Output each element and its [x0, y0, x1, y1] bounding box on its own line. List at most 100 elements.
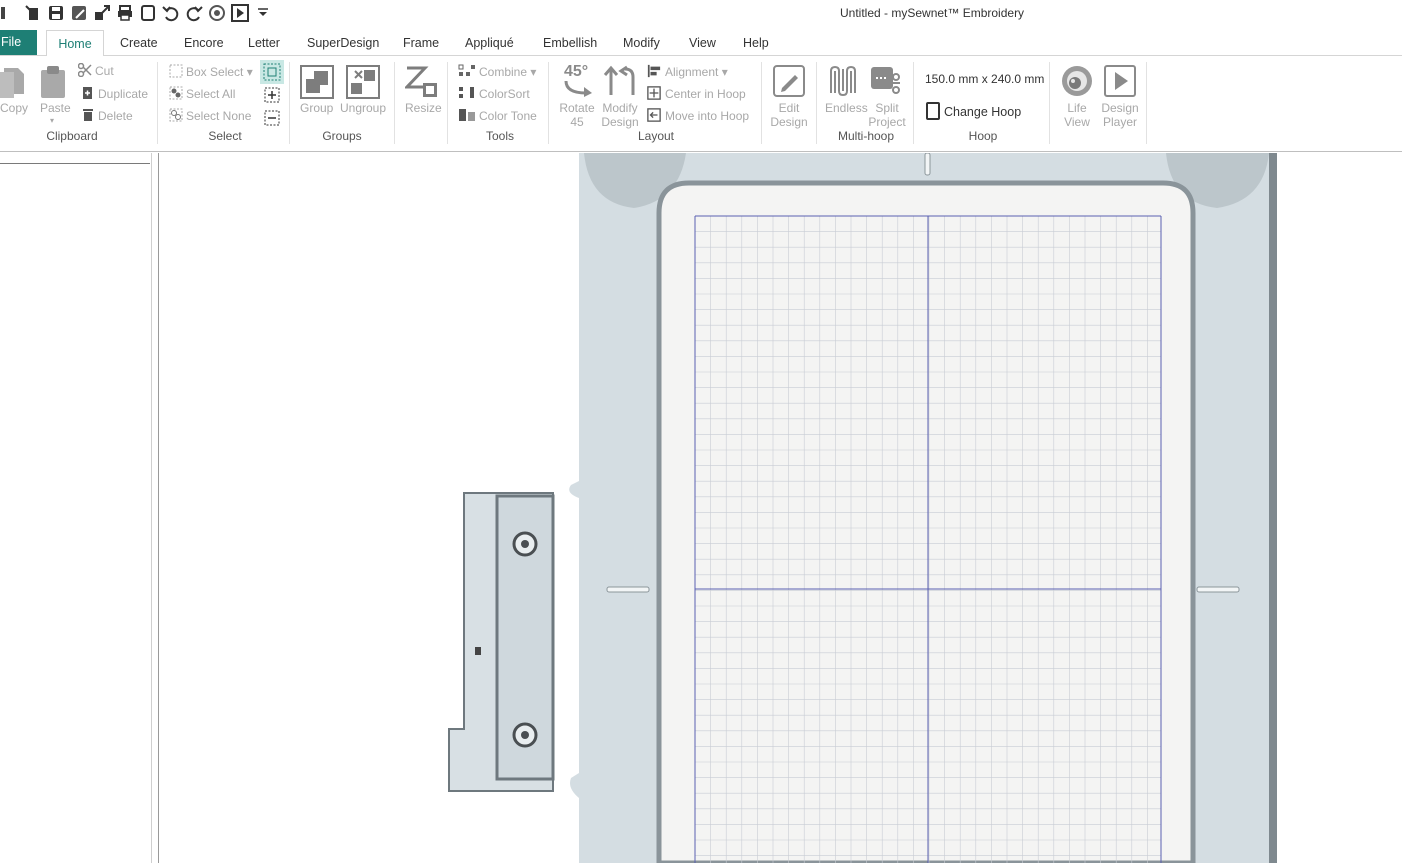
multihoop-group-label: Multi-hoop: [837, 129, 895, 143]
delete-button[interactable]: Delete: [81, 108, 133, 123]
alignment-label: Alignment: [665, 65, 719, 79]
copy-label: Copy: [0, 101, 29, 115]
tab-modify[interactable]: Modify: [623, 30, 660, 56]
edit-label-2: Design: [770, 115, 808, 129]
divider: [289, 62, 290, 144]
new-icon[interactable]: [23, 3, 43, 23]
combine-label: Combine: [479, 65, 528, 79]
tab-help[interactable]: Help: [743, 30, 769, 56]
life-view-label-2: View: [1064, 115, 1090, 129]
paste-icon: [41, 66, 65, 98]
group-label: Group: [300, 101, 334, 115]
design-player-label-2: Player: [1102, 115, 1137, 129]
resize-label: Resize: [405, 101, 442, 115]
marker-icon: [475, 647, 481, 655]
select-none-label: Select None: [186, 109, 252, 123]
combine-button[interactable]: Combine ▾: [458, 64, 536, 79]
endless-icon: [830, 65, 856, 97]
box-select-button[interactable]: Box Select ▾: [169, 64, 253, 79]
copy-icon: [0, 68, 24, 98]
hoop-graphic: [448, 153, 1277, 863]
split-label: Split: [875, 101, 899, 115]
select-all-button[interactable]: Select All: [169, 86, 235, 101]
trash-icon: [83, 109, 93, 121]
save-icon[interactable]: [46, 3, 66, 23]
duplicate-label: Duplicate: [98, 87, 149, 101]
box-select-icon: [169, 64, 183, 78]
select-none-button[interactable]: Select None: [169, 108, 251, 123]
export-icon[interactable]: [92, 3, 112, 23]
ribbon: Copy Paste ▾ Cut Duplicate Delete Clipbo…: [0, 56, 1402, 152]
play-icon: [1104, 65, 1136, 97]
paste-label: Paste: [40, 101, 71, 115]
divider: [1146, 62, 1147, 144]
undo-icon[interactable]: [161, 3, 181, 23]
tab-encore[interactable]: Encore: [184, 30, 224, 56]
remove-from-selection-icon[interactable]: [264, 110, 280, 126]
resize-icon: [405, 66, 437, 97]
change-hoop-button[interactable]: Change Hoop: [925, 102, 1021, 120]
tab-superdesign[interactable]: SuperDesign: [307, 30, 379, 56]
tab-frame[interactable]: Frame: [403, 30, 439, 56]
customize-dropdown-icon[interactable]: [253, 3, 273, 23]
rotate-label-2: 45: [570, 115, 584, 129]
save-as-icon[interactable]: [69, 3, 89, 23]
rotate-label: Rotate: [559, 101, 595, 115]
tab-create[interactable]: Create: [120, 30, 158, 56]
add-to-selection-icon[interactable]: [264, 87, 280, 103]
scissors-icon: [78, 63, 92, 77]
delete-label: Delete: [98, 109, 133, 123]
play-icon[interactable]: [230, 3, 250, 23]
tab-view[interactable]: View: [689, 30, 716, 56]
redo-icon[interactable]: [184, 3, 204, 23]
divider: [548, 62, 549, 144]
selection-mode-icon[interactable]: [260, 60, 284, 84]
panel-header-line: [0, 163, 150, 164]
hoop-marker-top: [924, 153, 931, 176]
alignment-icon: [647, 64, 661, 78]
divider: [447, 62, 448, 144]
change-hoop-label: Change Hoop: [944, 105, 1022, 119]
alignment-button[interactable]: Alignment ▾: [646, 64, 728, 79]
tab-home[interactable]: Home: [46, 30, 104, 57]
divider: [816, 62, 817, 144]
ungroup-icon: [346, 65, 380, 99]
tab-applique[interactable]: Appliqué: [465, 30, 514, 56]
tab-file[interactable]: File: [0, 30, 37, 55]
divider: [1049, 62, 1050, 144]
side-panel: [0, 153, 152, 863]
color-tone-button[interactable]: Color Tone: [458, 108, 537, 123]
clipboard-group-label: Clipboard: [46, 129, 98, 143]
hoop-marker-right: [1196, 586, 1240, 593]
paste-dropdown-icon[interactable]: ▾: [50, 116, 54, 125]
cut-label: Cut: [95, 64, 114, 78]
split-label-2: Project: [868, 115, 906, 129]
group-icon: [300, 65, 334, 99]
ribbon-tabs: File Home Create Encore Letter SuperDesi…: [0, 30, 1402, 57]
center-in-hoop-button[interactable]: Center in Hoop: [646, 86, 746, 101]
center-in-hoop-label: Center in Hoop: [665, 87, 746, 101]
move-into-hoop-button[interactable]: Move into Hoop: [646, 108, 749, 123]
colorsort-button[interactable]: ColorSort: [458, 86, 530, 101]
window-title: Untitled - mySewnet™ Embroidery: [840, 6, 1025, 20]
colorsort-icon: [459, 87, 474, 98]
divider: [761, 62, 762, 144]
cut-button[interactable]: Cut: [78, 63, 114, 78]
colorsort-label: ColorSort: [479, 87, 530, 101]
design-canvas[interactable]: [158, 153, 1402, 863]
tab-embellish[interactable]: Embellish: [543, 30, 597, 56]
hoop-inner: [656, 180, 1196, 863]
groups-group-label: Groups: [322, 129, 362, 143]
endless-label: Endless: [825, 101, 868, 115]
color-tone-icon: [459, 109, 475, 121]
tab-letter[interactable]: Letter: [248, 30, 280, 56]
print-icon[interactable]: [115, 3, 135, 23]
hoop-group-label: Hoop: [968, 129, 998, 143]
life-view-icon[interactable]: [207, 3, 227, 23]
box-select-label: Box Select: [186, 65, 244, 79]
life-view-label: Life: [1067, 101, 1087, 115]
hoop-icon[interactable]: [138, 3, 158, 23]
app-icon[interactable]: [0, 3, 20, 23]
duplicate-button[interactable]: Duplicate: [81, 86, 148, 101]
rotate-icon: 45°: [562, 63, 594, 97]
